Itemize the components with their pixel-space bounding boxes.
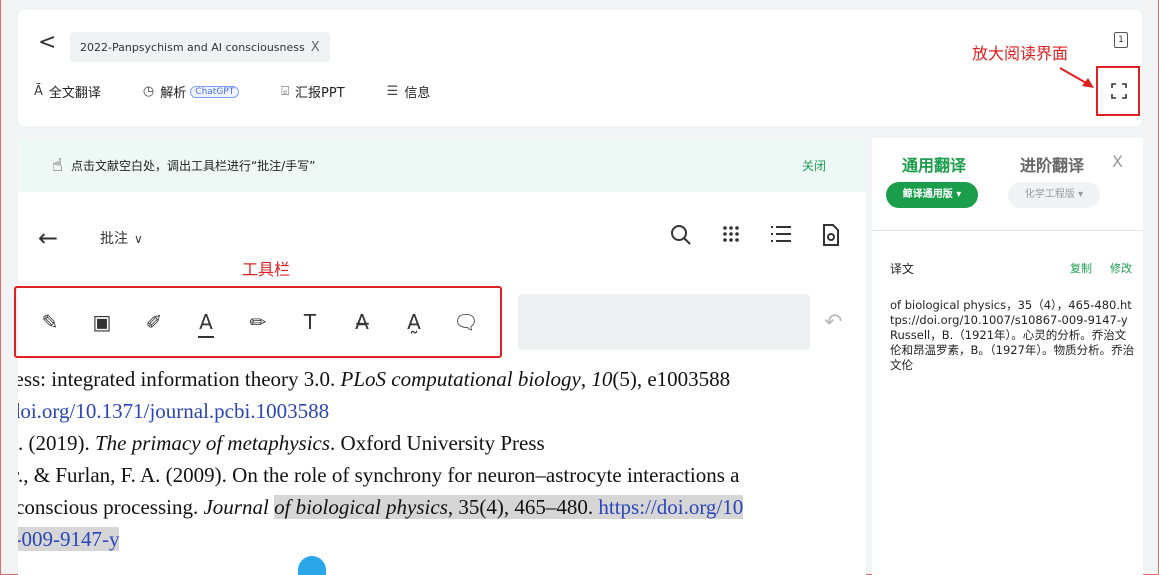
highlighter-icon[interactable]: ✐ [128,310,180,334]
doc-text-span: ness: integrated information theory 3.0. [18,367,341,391]
search-icon[interactable] [656,224,706,252]
divider [872,230,1143,231]
reader-actions [656,224,856,252]
selected-text[interactable]: 7-009-9147-y [18,527,120,551]
chatgpt-badge: ChatGPT [190,85,240,98]
expand-callout-box [1096,66,1140,116]
doc-text-span: PLoS computational biology [340,367,581,391]
top-bar: < 2022-Panpsychism and AI consciousness … [18,10,1142,126]
translation-tabs: 通用翻译 进阶翻译 X 鲸译通用版 ▾ 化学工程版 ▾ [872,138,1143,228]
doc-text-span: . Oxford University Press [330,431,545,455]
doc-text-span: C. (2019). [18,431,90,455]
outline-list-icon[interactable] [756,224,806,252]
page-number-icon[interactable]: 1 [1114,32,1128,48]
hint-bar: ☝ 点击文献空白处，调出工具栏进行“批注/手写” 关闭 [18,138,866,192]
annotation-mode-label: 批注 [100,231,128,247]
expand-callout-label: 放大阅读界面 [972,44,1069,63]
reader-pane: ☝ 点击文献空白处，调出工具栏进行“批注/手写” 关闭 ← 批注 ∨ 工具栏 ✎ … [14,138,866,575]
doc-text-span: , [580,367,592,391]
text-box-icon[interactable]: ▣ [76,310,128,334]
copy-button[interactable]: 复制 [1070,260,1092,276]
translate-icon: Ā [34,84,43,99]
hint-text: 点击文献空白处，调出工具栏进行“批注/手写” [70,158,316,173]
magic-pen-icon[interactable]: ✎ [24,310,76,334]
toolbar-callout-label: 工具栏 [242,260,291,279]
edit-button[interactable]: 修改 [1110,260,1132,276]
translation-text: of biological physics，35（4），465-480.http… [890,298,1135,372]
grid-icon[interactable] [706,224,756,252]
doc-text-span: l conscious processing. [18,495,204,519]
tab-general-translation[interactable]: 通用翻译 [902,152,966,176]
document-tab[interactable]: 2022-Panpsychism and AI consciousness X [70,32,330,62]
document-text: ness: integrated information theory 3.0.… [18,364,866,575]
analysis-icon: ◷ [142,84,155,99]
analysis-label: 解析 [160,86,187,101]
toolbar-input-area[interactable] [518,294,810,350]
top-tools: Ā 全文翻译 ◷ 解析 ChatGPT ⌻ 汇报PPT ☰ 信息 [34,82,472,101]
annotation-mode-dropdown[interactable]: 批注 ∨ [100,228,143,248]
info-label: 信息 [404,86,431,101]
doc-text-span: 10 [591,367,613,391]
back-arrow-icon[interactable]: ← [38,224,58,252]
strikethrough-icon[interactable]: A̶ [336,310,388,334]
doc-line: C. (2019). The primacy of metaphysics. O… [18,428,545,459]
report-ppt-button[interactable]: ⌻ 汇报PPT [281,82,344,101]
info-icon: ☰ [386,84,399,99]
wavy-underline-icon[interactable]: A̰ [388,310,440,334]
selected-text[interactable]: , 35(4), 465–480. [447,495,599,519]
text-tool-icon[interactable]: T [284,310,336,334]
doc-line: ness: integrated information theory 3.0.… [18,364,730,395]
doc-text-span: (5), e1003588 [612,367,731,391]
comment-icon[interactable]: 🗨 [440,310,492,334]
doc-link-line[interactable]: /doi.org/10.1371/journal.pcbi.1003588 [18,396,329,427]
selected-text[interactable]: of biological physics [274,495,448,519]
doc-link[interactable]: https://doi.org/10 [598,495,744,519]
undo-icon[interactable]: ↶ [824,310,842,335]
doc-line: Jr., & Furlan, F. A. (2009). On the role… [18,463,740,487]
full-translate-button[interactable]: Ā 全文翻译 [34,82,101,101]
doc-text-span: The primacy of metaphysics [95,431,331,455]
chem-engineering-dropdown[interactable]: 化学工程版 ▾ [1008,182,1100,208]
tab-advanced-translation[interactable]: 进阶翻译 [1020,152,1084,176]
close-tab-icon[interactable]: X [311,40,320,55]
translation-heading: 译文 [890,262,915,276]
translation-pane: 通用翻译 进阶翻译 X 鲸译通用版 ▾ 化学工程版 ▾ 译文 复制 修改 of … [872,138,1143,575]
back-icon[interactable]: < [38,30,56,55]
doc-link-line[interactable]: 7-009-9147-y [18,524,120,555]
report-ppt-label: 汇报PPT [295,86,345,101]
analysis-button[interactable]: ◷ 解析 ChatGPT [142,82,240,101]
info-button[interactable]: ☰ 信息 [387,82,431,101]
document-settings-icon[interactable] [806,224,856,252]
annotation-toolbar: ✎ ▣ ✐ A ✏ T A̶ A̰ 🗨 [14,286,502,358]
callout-arrow-icon [1059,67,1094,88]
doc-text-span: Journal [203,495,275,519]
doc-line: l conscious processing. Journal of biolo… [18,492,744,523]
pen-icon[interactable]: ✏ [232,310,284,334]
fullscreen-icon[interactable] [1111,83,1127,99]
full-translate-label: 全文翻译 [48,86,101,101]
document-tab-title: 2022-Panpsychism and AI consciousness [80,40,305,54]
general-version-dropdown[interactable]: 鲸译通用版 ▾ [886,182,978,208]
presentation-icon: ⌻ [281,84,290,99]
underline-text-icon[interactable]: A [180,310,232,338]
annotation-header: ← 批注 ∨ [18,218,866,258]
chevron-down-icon: ∨ [134,232,143,246]
hint-close-button[interactable]: 关闭 [802,157,826,174]
hand-pointer-icon: ☝ [52,154,63,176]
close-icon[interactable]: X [1112,152,1123,171]
